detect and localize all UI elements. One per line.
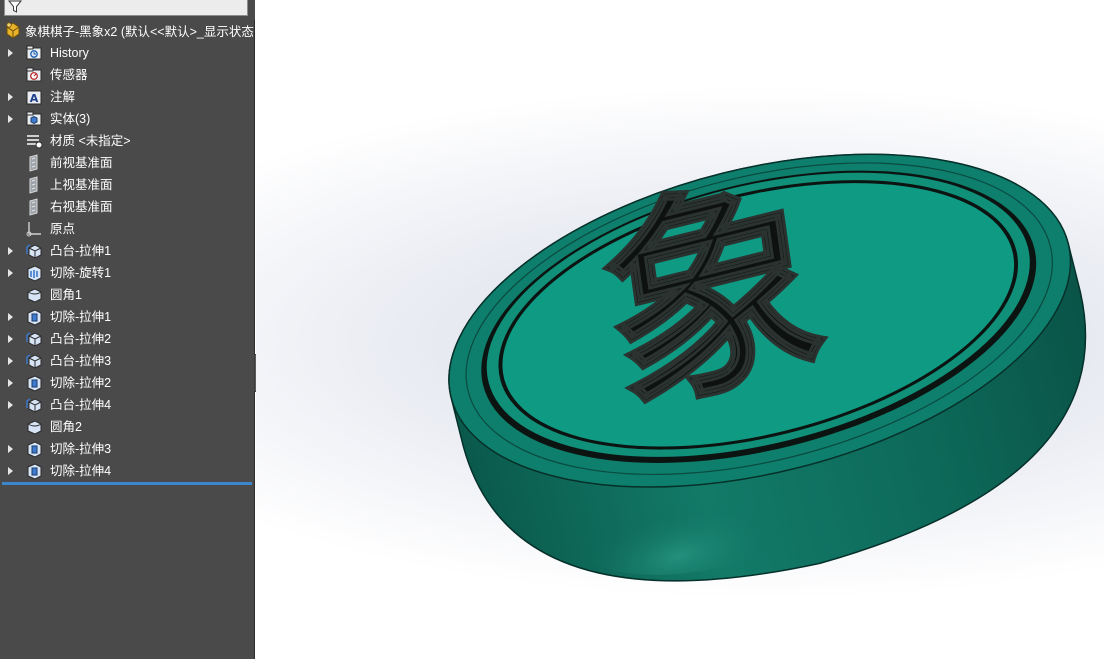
tree-item-label: 原点 bbox=[50, 222, 76, 236]
expand-arrow-icon[interactable] bbox=[8, 467, 13, 475]
tree-item[interactable]: 前视基准面 bbox=[0, 152, 255, 174]
tree-item[interactable]: 圆角2 bbox=[0, 416, 255, 438]
part-name: 象棋棋子-黑象x2 (默认<<默认>_显示状态 bbox=[25, 24, 254, 39]
graphics-area[interactable]: 象 bbox=[256, 0, 1104, 659]
cut-extrude-icon bbox=[27, 309, 42, 326]
tree-item[interactable]: 切除-拉伸2 bbox=[0, 372, 255, 394]
boss-extrude-icon bbox=[26, 332, 42, 347]
material-icon bbox=[27, 135, 43, 149]
tree-item[interactable]: 凸台-拉伸4 bbox=[0, 394, 255, 416]
expand-arrow-icon[interactable] bbox=[8, 313, 13, 321]
tree-item[interactable]: 切除-拉伸3 bbox=[0, 438, 255, 460]
tree-item[interactable]: 凸台-拉伸3 bbox=[0, 350, 255, 372]
filter-bar bbox=[0, 0, 255, 20]
tree-item-label: 上视基准面 bbox=[50, 178, 113, 192]
tree-item-label: 传感器 bbox=[50, 68, 88, 82]
history-folder-icon bbox=[26, 45, 42, 60]
expand-arrow-icon[interactable] bbox=[8, 115, 13, 123]
fillet-icon bbox=[27, 288, 42, 303]
rollback-bar[interactable] bbox=[2, 482, 252, 485]
tree-item-label: 材质 <未指定> bbox=[50, 134, 131, 148]
expand-arrow-icon[interactable] bbox=[8, 269, 13, 277]
tree-item-label: 凸台-拉伸4 bbox=[50, 398, 112, 412]
chess-piece-model[interactable]: 象 bbox=[256, 0, 1104, 659]
cut-extrude-icon bbox=[27, 375, 42, 392]
tree-item-label: 实体(3) bbox=[50, 112, 91, 126]
tree-item-label: 圆角2 bbox=[50, 420, 82, 434]
expand-arrow-icon[interactable] bbox=[8, 93, 13, 101]
expand-arrow-icon[interactable] bbox=[8, 335, 13, 343]
tree-item[interactable]: 切除-拉伸4 bbox=[0, 460, 255, 482]
plane-icon bbox=[29, 154, 38, 172]
svg-text:A: A bbox=[30, 92, 39, 105]
expand-arrow-icon[interactable] bbox=[8, 445, 13, 453]
tree-item-label: 切除-拉伸4 bbox=[50, 464, 112, 478]
feature-tree: History 传感器 A 注解实体(3) 材质 <未指定> 前视基准面上视基准面右视基准… bbox=[0, 42, 255, 482]
tree-item[interactable]: A 注解 bbox=[0, 86, 255, 108]
tree-item[interactable]: History bbox=[0, 42, 255, 64]
tree-item[interactable]: 传感器 bbox=[0, 64, 255, 86]
tree-item[interactable]: 圆角1 bbox=[0, 284, 255, 306]
plane-icon bbox=[29, 176, 38, 194]
solid-bodies-folder-icon bbox=[26, 111, 42, 126]
tree-item-label: 凸台-拉伸3 bbox=[50, 354, 112, 368]
tree-item-label: 切除-拉伸1 bbox=[50, 310, 112, 324]
expand-arrow-icon[interactable] bbox=[8, 49, 13, 57]
sensors-folder-icon bbox=[26, 67, 42, 82]
boss-extrude-icon bbox=[26, 244, 42, 259]
tree-item[interactable]: 材质 <未指定> bbox=[0, 130, 255, 152]
tree-item-label: 切除-旋转1 bbox=[50, 266, 112, 280]
boss-extrude-icon bbox=[26, 354, 42, 369]
feature-manager-panel: 象棋棋子-黑象x2 (默认<<默认>_显示状态 History 传感器 A 注解实体(… bbox=[0, 0, 255, 659]
tree-item[interactable]: 凸台-拉伸2 bbox=[0, 328, 255, 350]
filter-icon[interactable] bbox=[7, 0, 23, 14]
filter-field[interactable] bbox=[4, 0, 248, 16]
tree-item-label: 前视基准面 bbox=[50, 156, 113, 170]
origin-icon bbox=[26, 222, 41, 237]
tree-item-label: 切除-拉伸2 bbox=[50, 376, 112, 390]
tree-item[interactable]: 切除-拉伸1 bbox=[0, 306, 255, 328]
tree-root-part[interactable]: 象棋棋子-黑象x2 (默认<<默认>_显示状态 bbox=[0, 20, 255, 40]
tree-item[interactable]: 凸台-拉伸1 bbox=[0, 240, 255, 262]
boss-extrude-icon bbox=[26, 398, 42, 413]
tree-item-label: 切除-拉伸3 bbox=[50, 442, 112, 456]
engraved-character: 象 bbox=[589, 141, 839, 451]
part-icon bbox=[6, 22, 20, 39]
tree-item[interactable]: 切除-旋转1 bbox=[0, 262, 255, 284]
fillet-icon bbox=[27, 420, 42, 435]
expand-arrow-icon[interactable] bbox=[8, 357, 13, 365]
expand-arrow-icon[interactable] bbox=[8, 379, 13, 387]
tree-item-label: 右视基准面 bbox=[50, 200, 113, 214]
tree-item[interactable]: 右视基准面 bbox=[0, 196, 255, 218]
cut-extrude-icon bbox=[27, 441, 42, 458]
tree-item-label: History bbox=[50, 46, 89, 60]
plane-icon bbox=[29, 198, 38, 216]
expand-arrow-icon[interactable] bbox=[8, 247, 13, 255]
tree-item-label: 凸台-拉伸1 bbox=[50, 244, 112, 258]
expand-arrow-icon[interactable] bbox=[8, 401, 13, 409]
cut-revolve-icon bbox=[27, 265, 42, 282]
tree-item-label: 注解 bbox=[50, 90, 76, 104]
annotations-icon: A bbox=[26, 90, 42, 105]
tree-item[interactable]: 实体(3) bbox=[0, 108, 255, 130]
tree-item-label: 凸台-拉伸2 bbox=[50, 332, 112, 346]
cut-extrude-icon bbox=[27, 463, 42, 480]
tree-item-label: 圆角1 bbox=[50, 288, 82, 302]
tree-item[interactable]: 原点 bbox=[0, 218, 255, 240]
tree-item[interactable]: 上视基准面 bbox=[0, 174, 255, 196]
